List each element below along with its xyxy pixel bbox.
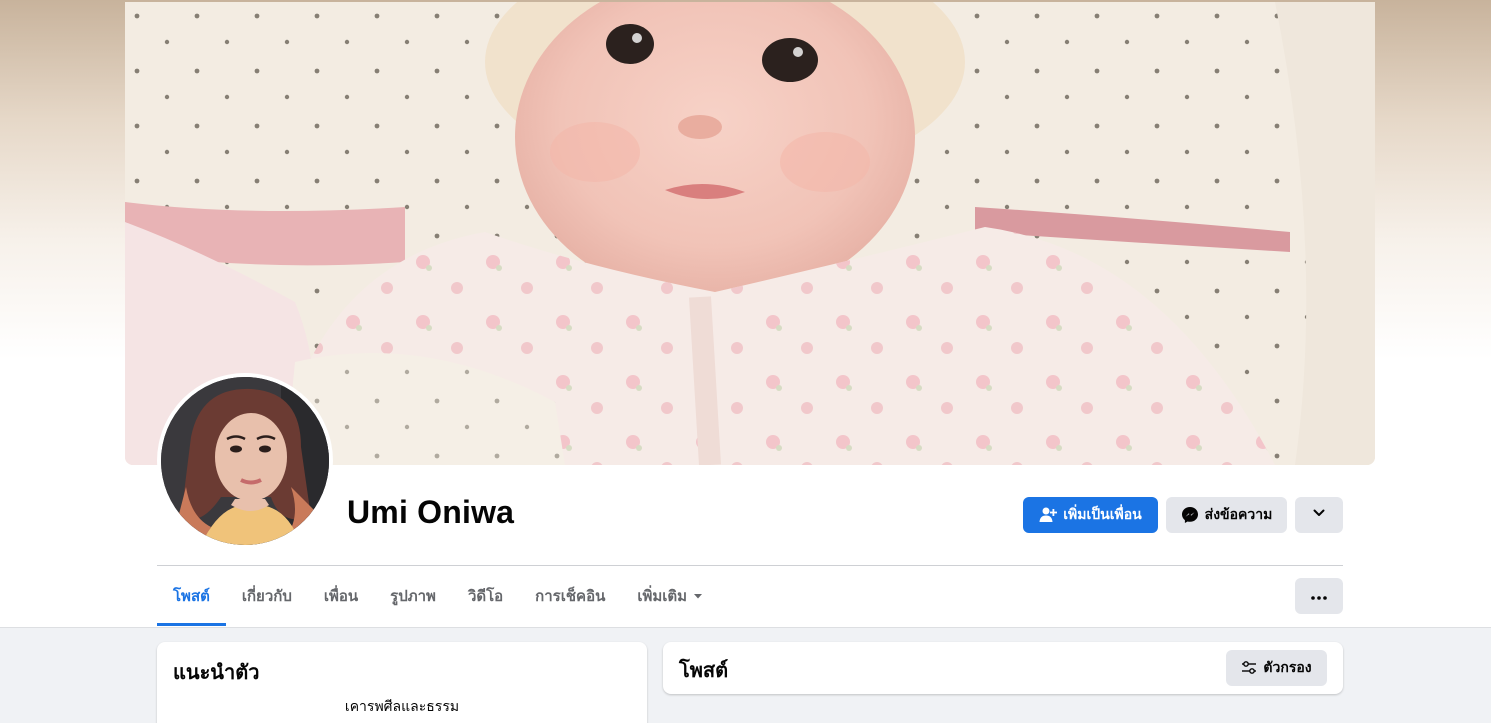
message-button[interactable]: ส่งข้อความ <box>1166 497 1287 533</box>
caret-down-icon <box>693 591 703 601</box>
avatar-image <box>161 377 329 545</box>
cover-photo[interactable] <box>125 2 1375 465</box>
tab-label: การเช็คอิน <box>535 587 606 605</box>
tab-label: รูปภาพ <box>390 587 436 605</box>
intro-bio: เคารพศีลและธรรม <box>344 699 460 715</box>
filter-label: ตัวกรอง <box>1263 660 1312 676</box>
tab-posts[interactable]: โพสต์ <box>157 566 226 626</box>
add-friend-label: เพิ่มเป็นเพื่อน <box>1063 507 1142 523</box>
sliders-icon <box>1241 661 1257 675</box>
filter-button[interactable]: ตัวกรอง <box>1226 650 1327 686</box>
cover-photo-image <box>125 2 1375 465</box>
profile-picture[interactable] <box>157 373 333 549</box>
profile-tabs: โพสต์ เกี่ยวกับ เพื่อน รูปภาพ วิดีโอ การ… <box>157 566 719 626</box>
posts-title: โพสต์ <box>679 658 729 682</box>
intro-title: แนะนำตัว <box>173 660 260 684</box>
profile-page: Umi Oniwa เพิ่มเป็นเพื่อน ส่งข้อความ โพส… <box>0 0 1491 723</box>
tab-more[interactable]: เพิ่มเติม <box>621 566 719 626</box>
tab-label: เกี่ยวกับ <box>241 587 292 605</box>
tab-label: โพสต์ <box>173 587 210 605</box>
add-friend-button[interactable]: เพิ่มเป็นเพื่อน <box>1023 497 1158 533</box>
ellipsis-icon <box>1311 588 1327 604</box>
tab-photos[interactable]: รูปภาพ <box>374 566 452 626</box>
tabs-more-button[interactable] <box>1295 578 1343 614</box>
message-label: ส่งข้อความ <box>1204 507 1273 523</box>
tab-label: เพื่อน <box>323 587 359 605</box>
avatar <box>161 377 329 545</box>
tab-friends[interactable]: เพื่อน <box>308 566 374 626</box>
intro-card: แนะนำตัว เคารพศีลและธรรม <box>157 642 647 723</box>
chevron-down-icon <box>1312 506 1326 524</box>
tab-checkins[interactable]: การเช็คอิน <box>519 566 621 626</box>
tab-videos[interactable]: วิดีโอ <box>452 566 519 626</box>
tab-label: เพิ่มเติม <box>637 587 688 605</box>
profile-name: Umi Oniwa <box>347 494 515 530</box>
messenger-icon <box>1181 506 1199 524</box>
person-plus-icon <box>1039 506 1058 524</box>
tab-about[interactable]: เกี่ยวกับ <box>226 566 308 626</box>
tab-label: วิดีโอ <box>467 587 504 605</box>
more-actions-button[interactable] <box>1295 497 1343 533</box>
posts-card: โพสต์ ตัวกรอง <box>663 642 1343 694</box>
